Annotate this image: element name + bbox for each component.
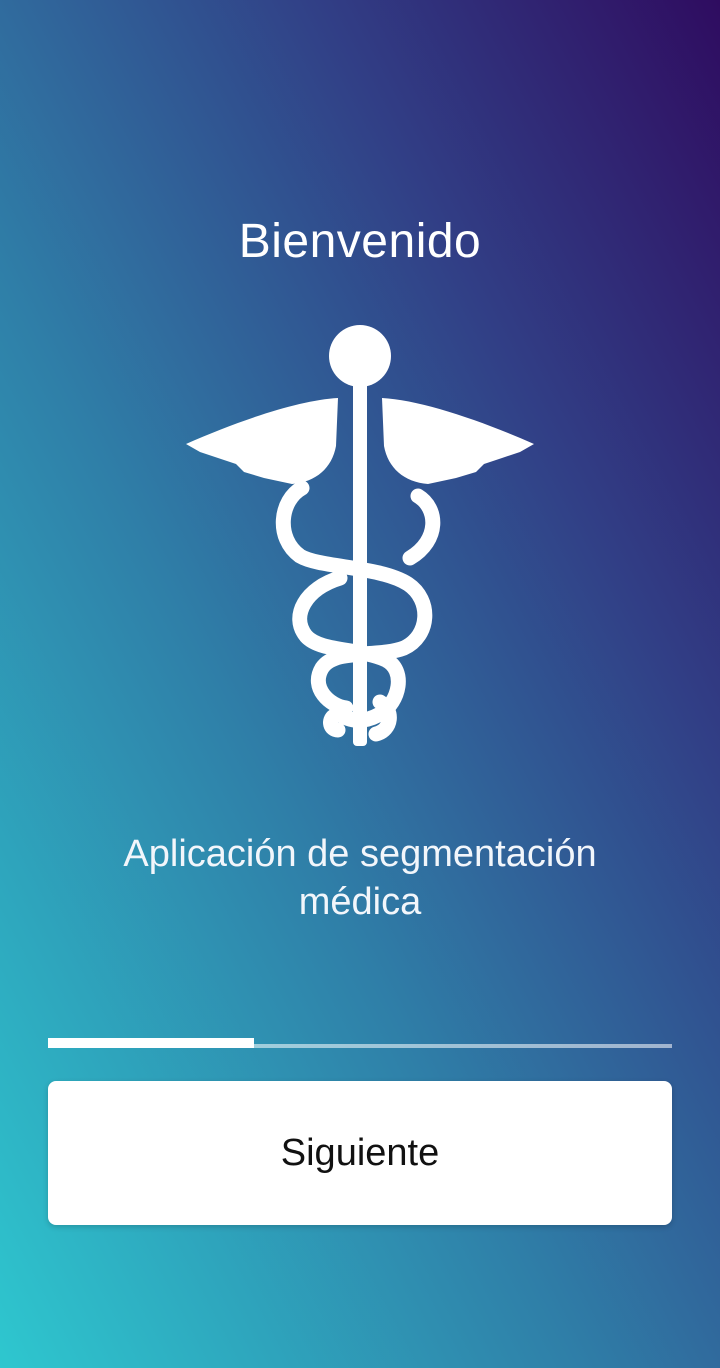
app-description: Aplicación de segmentación médica — [123, 833, 597, 923]
onboarding-progress-bar — [48, 1038, 672, 1048]
progress-fill — [48, 1038, 254, 1048]
caduceus-icon — [186, 325, 534, 746]
page-title: Bienvenido — [238, 215, 482, 268]
welcome-screen: Bienvenido Aplicación de segmentación mé… — [0, 0, 720, 1368]
next-button[interactable]: Siguiente — [48, 1081, 672, 1225]
